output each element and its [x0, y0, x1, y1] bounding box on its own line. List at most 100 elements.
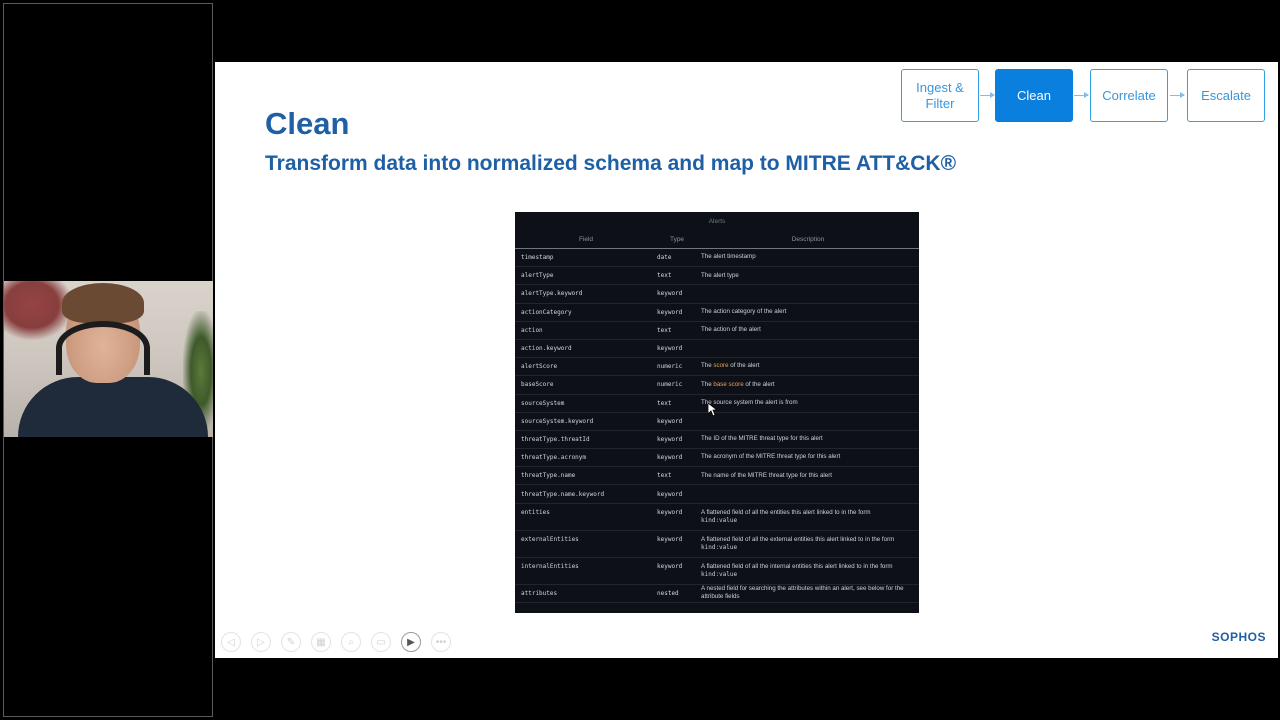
camera-icon: ▶ [407, 636, 415, 648]
presenter-hair [62, 283, 144, 323]
field-name: internalEntities [521, 562, 579, 570]
table-body: timestamp date The alert timestamp alertTyp… [515, 249, 919, 603]
webcam-video [4, 281, 213, 437]
header-field: Field [578, 235, 594, 243]
field-name: alertType [521, 272, 554, 280]
field-type: keyword [657, 454, 683, 462]
zoom-button[interactable]: ⌕ [341, 632, 361, 652]
subtitles-icon: ▭ [376, 636, 386, 648]
field-name: baseScore [521, 381, 554, 389]
field-type: keyword [657, 535, 683, 543]
more-options-icon: ••• [435, 636, 447, 648]
description-text: The alert type [701, 271, 739, 279]
zoom-icon: ⌕ [348, 636, 354, 648]
presenter-toolbar: ◁ ▷ ✎ ▦ ⌕ ▭ ▶ ••• [221, 632, 451, 652]
field-type: keyword [657, 490, 683, 498]
description-text: The action category of the alert [701, 307, 787, 315]
next-slide-icon: ▷ [257, 636, 265, 648]
description-text: The ID of the MITRE threat type for this… [701, 435, 823, 443]
more-options-button[interactable]: ••• [431, 632, 451, 652]
description-text: The [701, 362, 714, 370]
header-type: Type [669, 235, 685, 243]
field-description: A flattened field of all the internal en… [697, 563, 919, 580]
arrow-right-icon [980, 92, 995, 98]
camera-button[interactable]: ▶ [401, 632, 421, 652]
field-type: text [657, 272, 672, 280]
headset-icon [56, 321, 150, 375]
field-type: text [657, 472, 672, 480]
description-code: kind:value [701, 517, 738, 525]
field-name: sourceSystem [521, 399, 565, 407]
description-highlight: base score [713, 380, 744, 388]
flow-step-label: Escalate [1201, 87, 1251, 103]
field-type: keyword [657, 345, 683, 353]
description-text: of the alert [728, 362, 760, 370]
table-row: externalEntities keyword A flattened field… [515, 531, 919, 558]
field-type: numeric [657, 363, 683, 371]
field-description: A nested field for searching the attribu… [697, 585, 919, 602]
description-text: The [701, 380, 714, 388]
table-row: threatType.acronym keyword The acronym of … [515, 449, 919, 468]
slide-title: Clean [265, 106, 350, 141]
description-text: A nested field for searching the attribu… [701, 584, 904, 601]
field-name: timestamp [521, 254, 554, 262]
all-slides-button[interactable]: ▦ [311, 632, 331, 652]
field-name: externalEntities [521, 535, 579, 543]
field-type: nested [657, 589, 679, 597]
table-row: alertType.keyword keyword [515, 285, 919, 304]
field-name: threatType.threatId [521, 435, 590, 443]
description-text: The action of the alert [701, 326, 761, 334]
flow-step-clean: Clean [995, 69, 1073, 122]
table-row: threatType.name.keyword keyword [515, 485, 919, 504]
field-name: action.keyword [521, 345, 572, 353]
field-name: attributes [521, 589, 558, 597]
field-name: alertScore [521, 363, 558, 371]
table-row: threatType.name text The name of the MITRE… [515, 467, 919, 486]
field-description: The base score of the alert [697, 381, 919, 390]
slide-subtitle: Transform data into normalized schema an… [265, 152, 957, 175]
field-type: date [657, 254, 672, 262]
table-row: attributes nested A nested field for searc… [515, 585, 919, 603]
pen-button[interactable]: ✎ [281, 632, 301, 652]
field-type: keyword [657, 290, 683, 298]
description-text: A flattened field of all the entities th… [701, 508, 871, 516]
next-slide-button[interactable]: ▷ [251, 632, 271, 652]
previous-slide-button[interactable]: ◁ [221, 632, 241, 652]
table-row: baseScore numeric The base score of the al… [515, 376, 919, 395]
header-description: Description [791, 235, 825, 243]
previous-slide-icon: ◁ [227, 636, 235, 648]
description-text: The acronym of the MITRE threat type for… [701, 453, 841, 461]
field-description: The ID of the MITRE threat type for this… [697, 435, 919, 444]
table-row: threatType.threatId keyword The ID of the … [515, 431, 919, 450]
all-slides-icon: ▦ [316, 636, 326, 648]
flow-step-escalate: Escalate [1187, 69, 1265, 122]
field-name: alertType.keyword [521, 290, 583, 298]
description-text: The alert timestamp [701, 253, 756, 261]
sophos-logo: SOPHOS [1211, 630, 1266, 644]
description-text: A flattened field of all the external en… [701, 535, 895, 543]
table-row: timestamp date The alert timestamp [515, 249, 919, 268]
field-description: The alert timestamp [697, 253, 919, 262]
field-type: numeric [657, 381, 683, 389]
field-type: keyword [657, 308, 683, 316]
field-name: sourceSystem.keyword [521, 417, 594, 425]
table-header-row: Field Type Description [515, 230, 919, 249]
field-name: actionCategory [521, 308, 572, 316]
flow-step-label: Filter [925, 95, 955, 111]
presenter-body [18, 377, 208, 437]
field-name: threatType.name [521, 472, 576, 480]
description-code: kind:value [701, 571, 738, 579]
flow-step-label: Ingest & [916, 79, 964, 95]
table-row: alertScore numeric The score of the alert [515, 358, 919, 377]
arrow-right-icon [1170, 92, 1185, 98]
field-type: keyword [657, 508, 683, 516]
flow-step-ingest-filter: Ingest & Filter [901, 69, 979, 122]
field-description: A flattened field of all the entities th… [697, 509, 919, 526]
field-description: The action of the alert [697, 326, 919, 335]
field-type: text [657, 326, 672, 334]
arrow-right-icon [1074, 92, 1089, 98]
subtitles-button[interactable]: ▭ [371, 632, 391, 652]
mouse-cursor-icon [708, 403, 718, 417]
description-text: The name of the MITRE threat type for th… [701, 471, 833, 479]
pen-icon: ✎ [286, 636, 296, 648]
